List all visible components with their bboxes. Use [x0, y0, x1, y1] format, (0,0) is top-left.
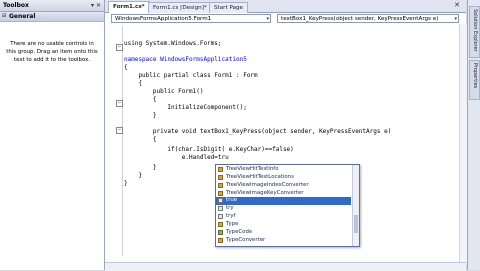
completion-label: try [226, 205, 234, 211]
code-text: private void textBox1_KeyPress(object se… [124, 128, 392, 135]
toolbox-empty-message: There are no usable controls in this gro… [6, 41, 98, 63]
enum-icon [218, 230, 223, 235]
snippet-icon [218, 214, 223, 219]
tab-form1-cs[interactable]: Form1.cs* [108, 1, 150, 13]
class-icon [218, 238, 223, 243]
completion-label: Type [226, 221, 239, 227]
code-text: using System.Windows.Forms; [124, 40, 222, 47]
class-dropdown[interactable]: WindowsFormsApplication5.Form1 ▾ [111, 14, 271, 23]
collapse-icon[interactable]: ⊟ [2, 13, 6, 19]
collapse-icon[interactable]: − [116, 44, 123, 51]
scrollbar-thumb[interactable] [354, 215, 358, 233]
chevron-down-icon: ▾ [266, 16, 269, 22]
toolbox-section-general[interactable]: ⊟ General [0, 12, 104, 22]
right-dock-bar: Solution Explorer Properties [467, 0, 480, 270]
code-text: { [124, 96, 157, 103]
tab-label: Properties [472, 63, 478, 89]
keyword-icon [218, 206, 223, 211]
tab-properties[interactable]: Properties [469, 60, 480, 100]
completion-item[interactable]: TypeCode [216, 229, 351, 237]
code-text: } [124, 180, 128, 187]
class-icon [218, 167, 223, 172]
completion-label: TreeViewHitTestLocations [226, 174, 294, 180]
completion-label: TypeConverter [226, 237, 266, 243]
tab-solution-explorer[interactable]: Solution Explorer [469, 6, 480, 58]
toolbox-titlebar: Toolbox ▾ ✕ [0, 0, 104, 12]
code-text: { [124, 64, 128, 71]
keyword-icon [218, 198, 223, 203]
toolbox-window-controls[interactable]: ▾ ✕ [91, 2, 101, 9]
code-text: { [124, 136, 157, 143]
completion-label: TreeViewHitTestInfo [226, 166, 279, 172]
code-text: e.Handled=tru [124, 154, 229, 161]
completion-item[interactable]: tryf [216, 213, 351, 221]
intellisense-scrollbar[interactable] [352, 165, 359, 246]
member-dropdown[interactable]: textBox1_KeyPress(object sender, KeyPres… [277, 14, 459, 23]
code-text: } [124, 172, 143, 179]
completion-item-selected[interactable]: true [216, 197, 351, 205]
code-text: { [124, 80, 143, 87]
intellisense-popup: TreeViewHitTestInfo TreeViewHitTestLocat… [215, 164, 360, 247]
toolbox-section-label: General [9, 13, 36, 20]
completion-item[interactable]: Type [216, 221, 351, 229]
class-icon [218, 183, 223, 188]
class-dropdown-value: WindowsFormsApplication5.Form1 [115, 16, 212, 22]
completion-item[interactable]: TreeViewHitTestInfo [216, 166, 351, 174]
tab-label: Solution Explorer [472, 9, 478, 52]
completion-item[interactable]: TreeViewHitTestLocations [216, 174, 351, 182]
navigation-bar: WindowsFormsApplication5.Form1 ▾ textBox… [105, 14, 466, 24]
code-text: public Form1() [124, 88, 204, 95]
completion-label: TreeViewImageKeyConverter [226, 190, 304, 196]
code-text: } [124, 164, 157, 171]
code-text: if(char.IsDigit( e.KeyChar)==false) [124, 146, 294, 153]
code-text: namespace WindowsFormsApplication5 [124, 56, 247, 63]
chevron-down-icon: ▾ [454, 16, 457, 22]
code-text: InitializeComponent(); [124, 104, 247, 111]
toolbox-title: Toolbox [3, 2, 29, 9]
tab-start-page[interactable]: Start Page [209, 2, 248, 13]
collapse-icon[interactable]: − [116, 127, 123, 134]
completion-label: TreeViewImageIndexConverter [226, 182, 309, 188]
outline-gutter: − − − [108, 26, 123, 256]
collapse-icon[interactable]: − [116, 100, 123, 107]
close-icon[interactable]: ✕ [454, 1, 460, 9]
vertical-scrollbar[interactable] [459, 24, 467, 262]
document-tabs: Form1.cs* Form1.cs [Design]* Start Page … [105, 0, 466, 13]
completion-label: true [226, 197, 238, 203]
completion-label: TypeCode [226, 229, 253, 235]
class-icon [218, 175, 223, 180]
toolbox-panel: Toolbox ▾ ✕ ⊟ General There are no usabl… [0, 0, 105, 270]
class-icon [218, 222, 223, 227]
class-icon [218, 191, 223, 196]
completion-label: tryf [226, 213, 236, 219]
completion-item[interactable]: try [216, 205, 351, 213]
completion-item[interactable]: TypeConverter [216, 237, 351, 245]
code-text: public partial class Form1 : Form [124, 72, 258, 79]
member-dropdown-value: textBox1_KeyPress(object sender, KeyPres… [281, 16, 439, 22]
tab-form1-design[interactable]: Form1.cs [Design]* [148, 2, 212, 13]
code-text: } [124, 112, 157, 119]
completion-item[interactable]: TreeViewImageIndexConverter [216, 182, 351, 190]
